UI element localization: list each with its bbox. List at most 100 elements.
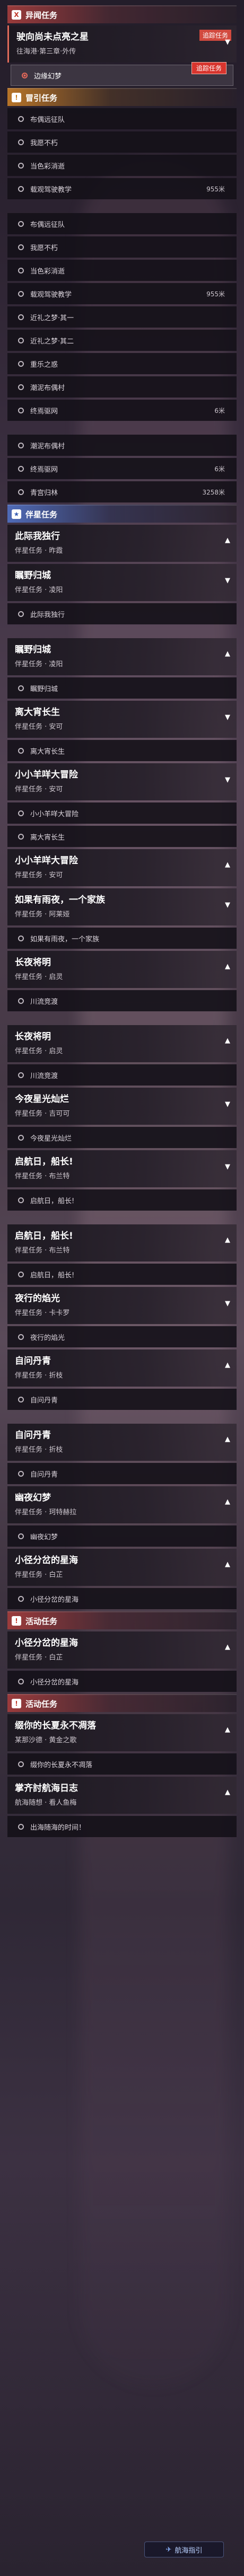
quest-card[interactable]: 瞩野归城 伴星任务 · 凌阳 ▲ — [7, 638, 237, 675]
quest-title: 离大宵长生 — [15, 707, 60, 718]
quest-card[interactable]: 今夜星光灿烂 伴星任务 · 吉可可 ▼ — [7, 1088, 237, 1125]
section-header[interactable]: ! 冒引任务 — [7, 88, 237, 106]
quest-step[interactable]: 如果有雨夜，一个家族 — [7, 928, 237, 949]
quest-card[interactable]: 驶向尚未点亮之星 往海港·第三章·外传 追踪任务 ▼ — [7, 25, 237, 63]
quest-step[interactable]: 重乐之惑 — [7, 353, 237, 374]
chevron-down-icon[interactable]: ▼ — [225, 577, 230, 585]
quest-step[interactable]: 我愿不朽 — [7, 131, 237, 153]
quest-step[interactable]: 边缘幻梦 追踪任务 — [11, 62, 233, 86]
quest-step[interactable]: 载观驾驶教学 955米 — [7, 283, 237, 304]
step-circle-icon — [18, 685, 24, 691]
quest-step[interactable]: 川流竞渡 — [7, 990, 237, 1011]
quest-step[interactable]: 终焉驱网 6米 — [7, 400, 237, 421]
quest-card[interactable]: 长夜将明 伴星任务 · 启灵 ▲ — [7, 951, 237, 988]
chevron-down-icon[interactable]: ▼ — [225, 1100, 230, 1108]
chevron-up-icon[interactable]: ▲ — [225, 1560, 230, 1568]
quest-step[interactable]: 自问丹青 — [7, 1463, 237, 1484]
quest-step[interactable]: 近礼之梦·其一 — [7, 306, 237, 328]
quest-step[interactable]: 布偶远征队 — [7, 213, 237, 234]
quest-step[interactable]: 我愿不朽 — [7, 236, 237, 258]
chevron-up-icon[interactable]: ▲ — [225, 963, 230, 971]
quest-step[interactable]: 缀你的长夏永不凋落 — [7, 1753, 237, 1775]
quest-card[interactable]: 启航日，船长! 伴星任务 · 布兰特 ▲ — [7, 1224, 237, 1261]
step-circle-icon — [18, 1396, 24, 1402]
quest-card[interactable]: 此际我独行 伴星任务 · 昨霞 ▲ — [7, 525, 237, 562]
chevron-down-icon[interactable]: ▼ — [225, 776, 230, 784]
quest-step[interactable]: 当色彩消逝 — [7, 155, 237, 176]
quest-step[interactable]: 青宫归林 3258米 — [7, 481, 237, 502]
quest-subtitle: 伴星任务 · 昨霞 — [15, 547, 63, 555]
quest-step[interactable]: 幽夜幻梦 — [7, 1525, 237, 1547]
step-label: 川流竞渡 — [30, 998, 58, 1006]
chevron-down-icon[interactable]: ▼ — [225, 901, 230, 909]
quest-step[interactable]: 小径分岔的星海 — [7, 1588, 237, 1609]
step-circle-icon — [18, 337, 24, 343]
quest-card[interactable]: 启航日，船长! 伴星任务 · 布兰特 ▼ — [7, 1150, 237, 1187]
quest-subtitle: 伴星任务 · 折枝 — [15, 1372, 63, 1380]
quest-step[interactable]: 瞩野归城 — [7, 677, 237, 699]
quest-step[interactable]: 今夜星光灿烂 — [7, 1127, 237, 1148]
quest-card[interactable]: 幽夜幻梦 伴星任务 · 珂特赫拉 ▲ — [7, 1486, 237, 1523]
quest-step[interactable]: 潮泥布偶村 — [7, 435, 237, 456]
step-circle-icon — [18, 833, 24, 840]
chevron-up-icon[interactable]: ▲ — [225, 1498, 230, 1506]
quest-step[interactable]: 近礼之梦·其二 — [7, 330, 237, 351]
quest-step[interactable]: 自问丹青 — [7, 1389, 237, 1410]
chevron-up-icon[interactable]: ▲ — [225, 1435, 230, 1443]
quest-step[interactable]: 夜行的焰光 — [7, 1326, 237, 1347]
section-divider — [7, 1211, 237, 1222]
quest-subtitle: 伴星任务 · 安可 — [15, 871, 63, 879]
quest-step[interactable]: 启航日，船长! — [7, 1189, 237, 1211]
quest-step[interactable]: 小小羊咩大冒险 — [7, 802, 237, 824]
quest-step[interactable]: 此际我独行 — [7, 603, 237, 624]
quest-step[interactable]: 当色彩消逝 — [7, 260, 237, 281]
quest-card[interactable]: 长夜将明 伴星任务 · 启灵 ▲ — [7, 1025, 237, 1062]
quest-card[interactable]: 瞩野归城 伴星任务 · 凌阳 ▼ — [7, 564, 237, 601]
section-header[interactable]: ★ 伴星任务 — [7, 505, 237, 523]
quest-step[interactable]: 终焉驱网 6米 — [7, 458, 237, 479]
quest-step[interactable]: 载观驾驶教学 955米 — [7, 178, 237, 199]
quest-subtitle: 伴星任务 · 白芷 — [15, 1571, 63, 1579]
quest-step[interactable]: 布偶远征队 — [7, 108, 237, 129]
quest-card[interactable]: 离大宵长生伴星任务 · 安可 ▼ — [7, 701, 237, 738]
chevron-up-icon[interactable]: ▲ — [225, 1236, 230, 1244]
chevron-down-icon[interactable]: ▼ — [225, 713, 230, 721]
section-header[interactable]: ! 活动任务 — [7, 1694, 237, 1712]
chevron-down-icon[interactable]: ▼ — [225, 1300, 230, 1308]
quest-step[interactable]: 离大宵长生 — [7, 826, 237, 847]
quest-card[interactable]: 自问丹青 伴星任务 · 折枝 ▲ — [7, 1424, 237, 1461]
quest-card[interactable]: 小小羊咩大冒险 伴星任务 · 安可 ▲ — [7, 849, 237, 886]
quest-card[interactable]: 掌齐討航海日志 航海随想 · 看人鱼梅 ▲ — [7, 1777, 237, 1814]
quest-title: 幽夜幻梦 — [15, 1493, 51, 1503]
quest-card[interactable]: 缀你的长夏永不凋落 某那沙德 · 黄金之歌 ▲ — [7, 1714, 237, 1751]
chevron-up-icon[interactable]: ▲ — [225, 650, 230, 658]
section-icon: ! — [12, 1616, 21, 1626]
chevron-up-icon[interactable]: ▲ — [225, 861, 230, 869]
quest-step[interactable]: 潮泥布偶村 — [7, 376, 237, 398]
quest-card[interactable]: 小径分岔的星海 伴星任务 · 白芷 ▲ — [7, 1549, 237, 1586]
chevron-up-icon[interactable]: ▲ — [225, 1037, 230, 1045]
chevron-down-icon[interactable]: ▼ — [225, 1163, 230, 1171]
step-label: 我愿不朽 — [30, 244, 58, 252]
quest-step[interactable]: 小径分岔的星海 — [7, 1671, 237, 1692]
chevron-up-icon[interactable]: ▲ — [225, 1726, 230, 1734]
section-header[interactable]: X 异闻任务 — [7, 5, 237, 23]
quest-step[interactable]: 启航日，船长! — [7, 1264, 237, 1285]
step-circle-icon — [18, 442, 24, 448]
quest-step[interactable]: 离大宵长生 — [7, 740, 237, 761]
quest-step[interactable]: 出海随海的时间！ — [7, 1816, 237, 1837]
chevron-up-icon[interactable]: ▲ — [225, 536, 230, 544]
chevron-up-icon[interactable]: ▲ — [225, 1788, 230, 1796]
chevron-up-icon[interactable]: ▲ — [225, 1361, 230, 1369]
quest-card[interactable]: 自问丹青 伴星任务 · 折枝 ▲ — [7, 1349, 237, 1387]
chevron-up-icon[interactable]: ▲ — [225, 1643, 230, 1651]
quest-step[interactable]: 川流竞渡 — [7, 1064, 237, 1086]
quest-subtitle: 伴星任务 · 安可 — [15, 723, 63, 731]
section-header[interactable]: ! 活动任务 — [7, 1611, 237, 1629]
chevron-down-icon[interactable]: ▼ — [225, 38, 230, 46]
quest-card[interactable]: 小小羊咩大冒险 伴星任务 · 安可 ▼ — [7, 763, 237, 800]
quest-card[interactable]: 夜行的焰光 伴星任务 · 卡卡罗 ▼ — [7, 1287, 237, 1324]
quest-card[interactable]: 小径分岔的星海 伴星任务 · 白芷 ▲ — [7, 1631, 237, 1669]
quest-card[interactable]: 如果有雨夜，一个家族 伴星任务 · 阿莱娅 ▼ — [7, 888, 237, 925]
navigation-guide-button[interactable]: ✈ 航海指引 — [144, 2542, 224, 2557]
